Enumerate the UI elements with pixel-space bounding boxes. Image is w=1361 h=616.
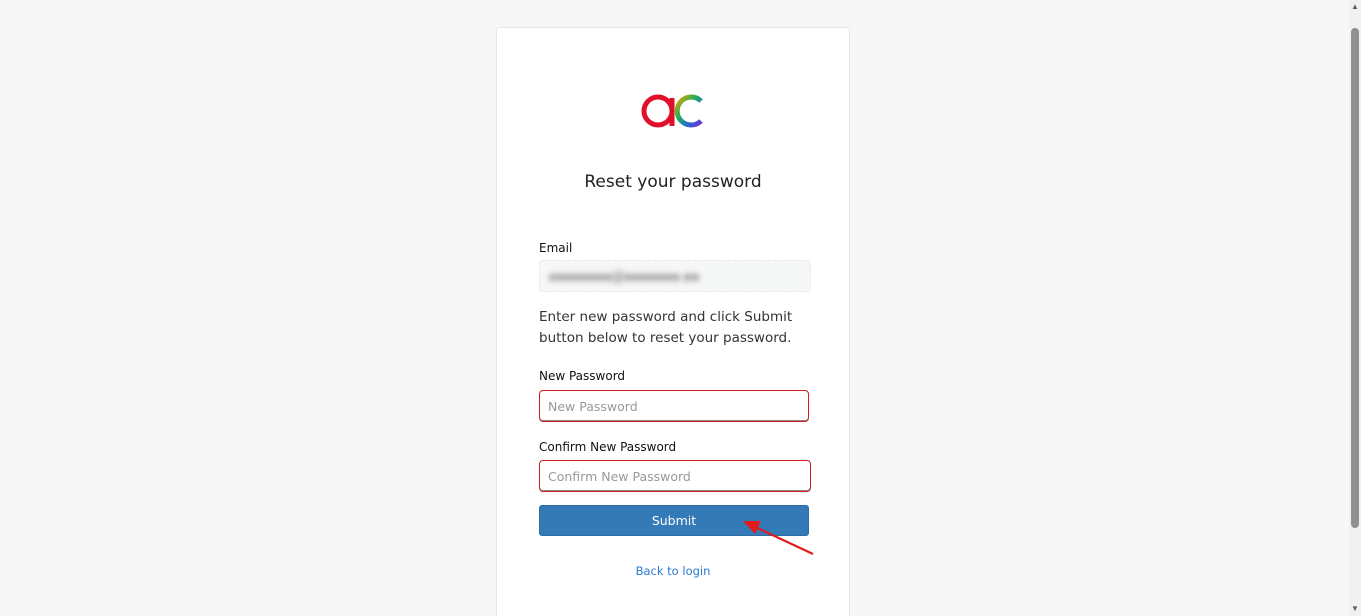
back-to-login-link[interactable]: Back to login xyxy=(497,564,849,578)
scroll-down-icon[interactable]: ▼ xyxy=(1351,604,1359,614)
new-password-input[interactable] xyxy=(539,390,809,422)
page-viewport: Reset your password Email ●●●●●●●●@●●●●●… xyxy=(0,0,1361,616)
submit-button[interactable]: Submit xyxy=(539,505,809,536)
email-value: ●●●●●●●●@●●●●●●●.●● xyxy=(549,269,700,284)
reset-password-card: Reset your password Email ●●●●●●●●@●●●●●… xyxy=(496,27,850,616)
scroll-thumb[interactable] xyxy=(1351,28,1359,528)
reset-instructions: Enter new password and click Submit butt… xyxy=(539,309,793,346)
confirm-password-input[interactable] xyxy=(539,460,811,492)
confirm-password-label: Confirm New Password xyxy=(539,440,677,454)
vertical-scrollbar[interactable]: ▲ ▼ xyxy=(1349,0,1361,616)
ac-logo-icon xyxy=(641,94,703,128)
scroll-up-icon[interactable]: ▲ xyxy=(1351,2,1359,12)
email-field: ●●●●●●●●@●●●●●●●.●● xyxy=(539,260,811,292)
page-title: Reset your password xyxy=(584,172,762,192)
new-password-label: New Password xyxy=(539,369,626,383)
email-label: Email xyxy=(539,241,573,255)
